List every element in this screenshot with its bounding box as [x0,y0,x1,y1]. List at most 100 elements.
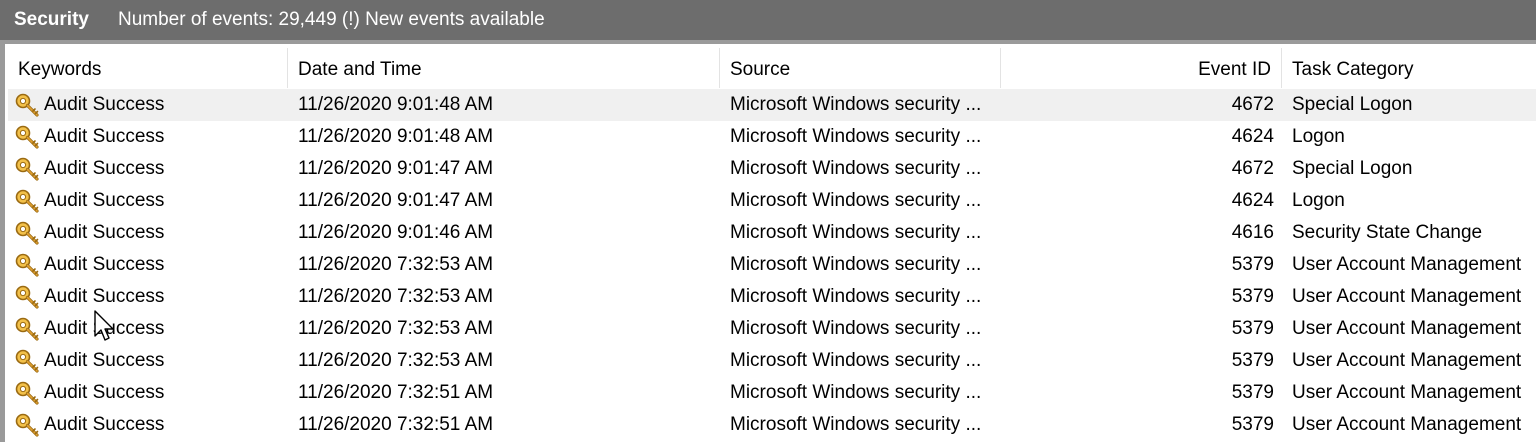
date-time-cell: 11/26/2020 7:32:51 AM [298,382,494,403]
task-category-cell: Logon [1292,190,1345,211]
source-cell: Microsoft Windows security ... [730,190,982,211]
date-time-cell: 11/26/2020 7:32:51 AM [298,414,494,435]
source-cell: Microsoft Windows security ... [730,254,982,275]
date-time-cell: 11/26/2020 7:32:53 AM [298,254,494,275]
keywords-text: Audit Success [44,318,165,339]
task-category-cell: User Account Management [1292,254,1522,275]
keywords-cell: Audit Success [8,121,288,153]
event-id-cell: 4672 [1231,94,1274,115]
table-row[interactable]: Audit Success 11/26/2020 7:32:53 AM Micros… [8,249,1536,281]
task-category-cell: User Account Management [1292,286,1522,307]
key-icon [14,252,40,278]
date-time-cell: 11/26/2020 9:01:48 AM [298,94,494,115]
event-id-cell: 4616 [1231,222,1274,243]
source-cell: Microsoft Windows security ... [730,222,982,243]
source-cell: Microsoft Windows security ... [730,382,982,403]
event-id-cell: 4672 [1231,158,1274,179]
keywords-text: Audit Success [44,94,165,115]
event-id-cell: 5379 [1231,382,1274,403]
keywords-cell: Audit Success [8,185,288,217]
date-time-cell: 11/26/2020 9:01:47 AM [298,190,494,211]
table-row[interactable]: Audit Success 11/26/2020 7:32:53 AM Micros… [8,313,1536,345]
events-list: Audit Success 11/26/2020 9:01:48 AM Micros… [8,89,1536,441]
table-row[interactable]: Audit Success 11/26/2020 9:01:47 AM Micros… [8,153,1536,185]
task-category-cell: Security State Change [1292,222,1483,243]
source-cell: Microsoft Windows security ... [730,350,982,371]
key-icon [14,156,40,182]
task-category-cell: User Account Management [1292,414,1522,435]
log-name: Security [14,9,89,30]
date-time-cell: 11/26/2020 7:32:53 AM [298,350,494,371]
source-cell: Microsoft Windows security ... [730,286,982,307]
key-icon [14,348,40,374]
column-header-task-category[interactable]: Task Category [1282,48,1536,88]
event-id-cell: 5379 [1231,350,1274,371]
key-icon [14,284,40,310]
task-category-cell: User Account Management [1292,382,1522,403]
table-row[interactable]: Audit Success 11/26/2020 7:32:51 AM Micros… [8,409,1536,441]
table-row[interactable]: Audit Success 11/26/2020 9:01:46 AM Micros… [8,217,1536,249]
keywords-cell: Audit Success [8,345,288,377]
events-grid[interactable]: Keywords Date and Time Source Event ID T… [8,48,1536,442]
keywords-cell: Audit Success [8,313,288,345]
task-category-cell: Special Logon [1292,158,1413,179]
table-row[interactable]: Audit Success 11/26/2020 7:32:53 AM Micros… [8,345,1536,377]
keywords-text: Audit Success [44,254,165,275]
column-header-date-time[interactable]: Date and Time [288,48,720,88]
keywords-text: Audit Success [44,158,165,179]
table-row[interactable]: Audit Success 11/26/2020 9:01:48 AM Micros… [8,89,1536,121]
log-titlebar: Security Number of events: 29,449 (!) Ne… [0,0,1536,40]
date-time-cell: 11/26/2020 7:32:53 AM [298,318,494,339]
key-icon [14,92,40,118]
keywords-cell: Audit Success [8,377,288,409]
event-id-cell: 4624 [1231,190,1274,211]
keywords-text: Audit Success [44,414,165,435]
task-category-cell: User Account Management [1292,318,1522,339]
source-cell: Microsoft Windows security ... [730,94,982,115]
column-header-event-id[interactable]: Event ID [1001,48,1282,88]
key-icon [14,124,40,150]
date-time-cell: 11/26/2020 9:01:48 AM [298,126,494,147]
event-count-status: Number of events: 29,449 (!) New events … [118,9,545,30]
table-row[interactable]: Audit Success 11/26/2020 7:32:51 AM Micros… [8,377,1536,409]
table-row[interactable]: Audit Success 11/26/2020 9:01:47 AM Micros… [8,185,1536,217]
key-icon [14,220,40,246]
column-header-keywords[interactable]: Keywords [8,48,288,88]
event-id-cell: 5379 [1231,254,1274,275]
column-header-row: Keywords Date and Time Source Event ID T… [8,48,1536,88]
event-id-cell: 4624 [1231,126,1274,147]
source-cell: Microsoft Windows security ... [730,414,982,435]
date-time-cell: 11/26/2020 9:01:46 AM [298,222,494,243]
source-cell: Microsoft Windows security ... [730,318,982,339]
table-row[interactable]: Audit Success 11/26/2020 9:01:48 AM Micros… [8,121,1536,153]
column-header-source[interactable]: Source [720,48,1001,88]
keywords-cell: Audit Success [8,89,288,121]
keywords-cell: Audit Success [8,281,288,313]
keywords-text: Audit Success [44,286,165,307]
keywords-text: Audit Success [44,382,165,403]
key-icon [14,188,40,214]
key-icon [14,412,40,438]
keywords-cell: Audit Success [8,409,288,441]
keywords-text: Audit Success [44,222,165,243]
task-category-cell: Special Logon [1292,94,1413,115]
date-time-cell: 11/26/2020 7:32:53 AM [298,286,494,307]
source-cell: Microsoft Windows security ... [730,126,982,147]
keywords-cell: Audit Success [8,217,288,249]
event-viewer-window: Security Number of events: 29,449 (!) Ne… [0,0,1536,442]
table-row[interactable]: Audit Success 11/26/2020 7:32:53 AM Micros… [8,281,1536,313]
key-icon [14,316,40,342]
task-category-cell: User Account Management [1292,350,1522,371]
date-time-cell: 11/26/2020 9:01:47 AM [298,158,494,179]
event-id-cell: 5379 [1231,318,1274,339]
source-cell: Microsoft Windows security ... [730,158,982,179]
keywords-text: Audit Success [44,350,165,371]
key-icon [14,380,40,406]
keywords-text: Audit Success [44,190,165,211]
keywords-cell: Audit Success [8,153,288,185]
task-category-cell: Logon [1292,126,1345,147]
event-id-cell: 5379 [1231,286,1274,307]
keywords-text: Audit Success [44,126,165,147]
keywords-cell: Audit Success [8,249,288,281]
event-id-cell: 5379 [1231,414,1274,435]
